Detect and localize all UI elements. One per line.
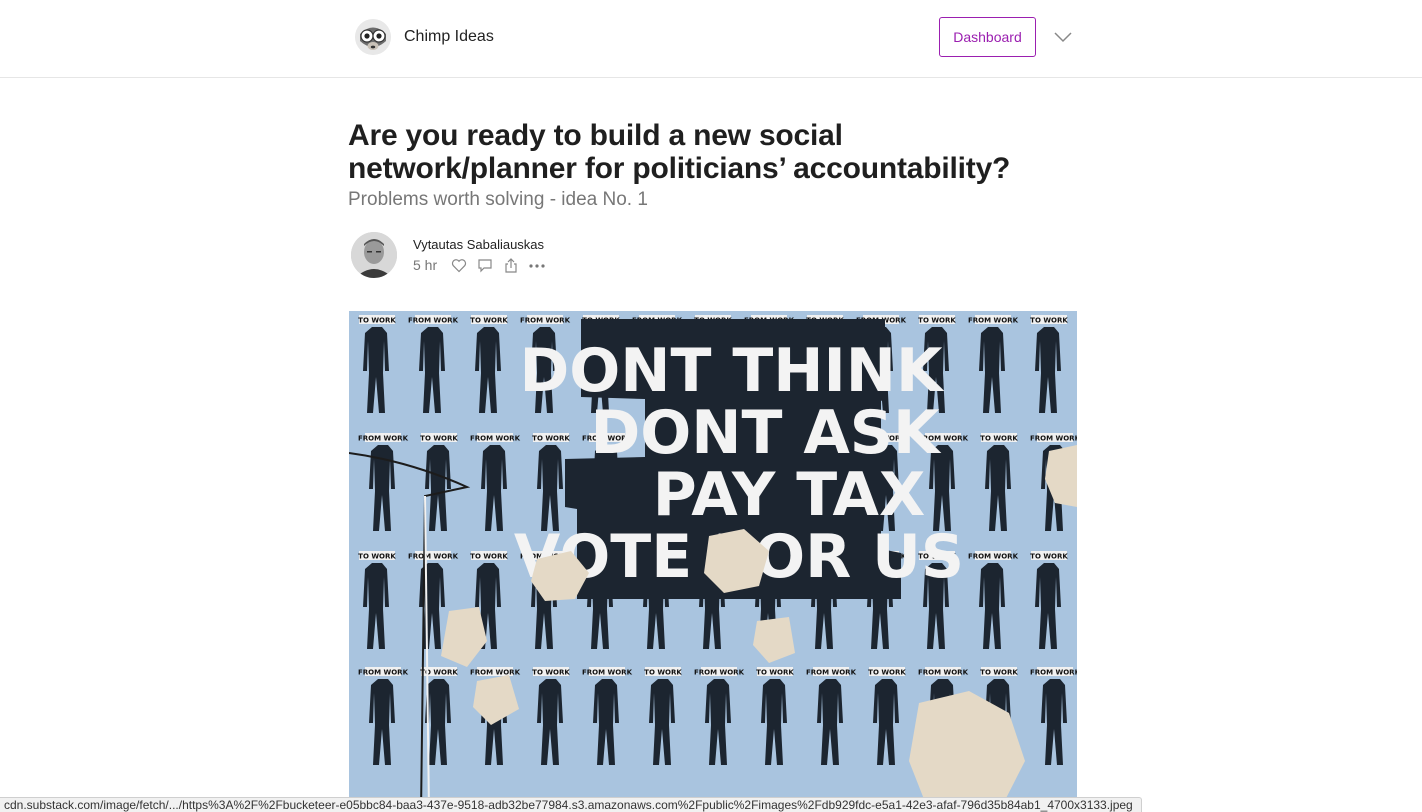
sticker-label: FROM WORK bbox=[358, 669, 409, 677]
sticker-label: FROM WORK bbox=[582, 669, 633, 677]
chevron-down-icon[interactable] bbox=[1052, 29, 1074, 45]
poster-line-1: DONT THINK bbox=[519, 336, 945, 406]
sticker-label: TO WORK bbox=[644, 669, 682, 677]
sticker-label: TO WORK bbox=[420, 669, 458, 677]
sticker-label: TO WORK bbox=[420, 435, 458, 443]
post-hero-image[interactable]: TO WORK FROM WORK TO WORK FROM WORK TO WORK F… bbox=[349, 311, 1077, 812]
sticker-label: TO WORK bbox=[532, 435, 570, 443]
publication-brand[interactable]: Chimp Ideas bbox=[355, 19, 494, 55]
sticker-label: FROM WORK bbox=[968, 553, 1019, 561]
sticker-label: FROM WORK bbox=[408, 317, 459, 325]
post-title: Are you ready to build a new social netw… bbox=[348, 119, 1011, 185]
post-subtitle: Problems worth solving - idea No. 1 bbox=[348, 189, 648, 210]
sticker-label: TO WORK bbox=[470, 317, 508, 325]
sticker-label: TO WORK bbox=[470, 553, 508, 561]
author-avatar[interactable] bbox=[351, 232, 397, 278]
sticker-label: FROM WORK bbox=[520, 317, 571, 325]
author-byline: Vytautas Sabaliauskas 5 hr bbox=[351, 232, 553, 278]
hero-illustration: TO WORK FROM WORK TO WORK FROM WORK TO WORK F… bbox=[349, 311, 1077, 812]
poster-line-3: PAY TAX bbox=[653, 460, 925, 530]
browser-status-bar: cdn.substack.com/image/fetch/.../https%3… bbox=[0, 797, 1142, 812]
comment-icon[interactable] bbox=[475, 256, 495, 274]
sticker-label: TO WORK bbox=[756, 669, 794, 677]
sticker-label: FROM WORK bbox=[806, 669, 857, 677]
top-navigation-bar: Chimp Ideas Dashboard bbox=[0, 0, 1422, 78]
author-name[interactable]: Vytautas Sabaliauskas bbox=[413, 237, 553, 252]
dashboard-button[interactable]: Dashboard bbox=[939, 17, 1036, 57]
sticker-label: FROM WORK bbox=[470, 669, 521, 677]
sticker-label: FROM WORK bbox=[918, 669, 969, 677]
sticker-label: TO WORK bbox=[980, 669, 1018, 677]
sticker-label: FROM WORK bbox=[694, 669, 745, 677]
post-actions: 5 hr bbox=[413, 256, 553, 274]
sticker-label: TO WORK bbox=[532, 669, 570, 677]
sticker-label: TO WORK bbox=[1030, 553, 1068, 561]
sticker-label: TO WORK bbox=[1030, 317, 1068, 325]
sticker-label: TO WORK bbox=[358, 553, 396, 561]
sticker-label: FROM WORK bbox=[358, 435, 409, 443]
sticker-label: FROM WORK bbox=[408, 553, 459, 561]
sticker-label: TO WORK bbox=[358, 317, 396, 325]
sticker-label: FROM WORK bbox=[968, 317, 1019, 325]
more-icon[interactable] bbox=[527, 256, 547, 274]
sticker-label: FROM WORK bbox=[470, 435, 521, 443]
sticker-label: FROM WORK bbox=[1030, 435, 1077, 443]
sticker-label: TO WORK bbox=[868, 669, 906, 677]
sticker-label: TO WORK bbox=[918, 317, 956, 325]
sticker-label: FROM WORK bbox=[1030, 669, 1077, 677]
heart-icon[interactable] bbox=[449, 256, 469, 274]
publication-name[interactable]: Chimp Ideas bbox=[404, 28, 494, 46]
share-icon[interactable] bbox=[501, 256, 521, 274]
chimp-logo-icon[interactable] bbox=[355, 19, 391, 55]
poster-line-2: DONT ASK bbox=[591, 398, 942, 468]
sticker-label: TO WORK bbox=[980, 435, 1018, 443]
post-time: 5 hr bbox=[413, 257, 438, 273]
